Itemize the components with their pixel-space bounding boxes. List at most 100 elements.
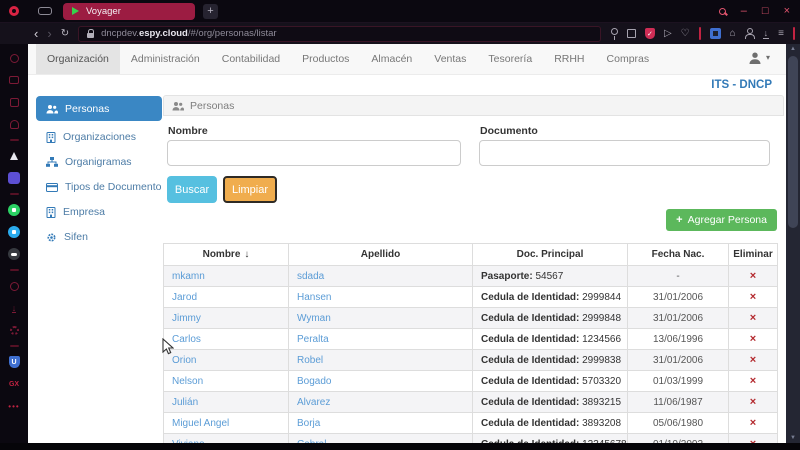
column-header-eliminar[interactable]: Eliminar: [728, 243, 778, 266]
pinned-app-purple-icon[interactable]: [0, 167, 28, 189]
nav-item-almacen[interactable]: Almacén: [360, 44, 423, 74]
settings-icon[interactable]: [0, 319, 28, 341]
overflow-dots[interactable]: •••: [0, 395, 28, 417]
screenshot-icon[interactable]: [626, 29, 636, 38]
table-row: Miguel Angel Borja Cedula de Identidad: 38…: [163, 412, 778, 434]
discord-icon[interactable]: [0, 243, 28, 265]
url-field[interactable]: dncpdev.espy.cloud/#/org/personas/listar: [78, 25, 601, 42]
delete-row-button[interactable]: ×: [728, 307, 778, 329]
cell-apellido-link[interactable]: Alvarez: [288, 391, 473, 413]
delete-row-button[interactable]: ×: [728, 370, 778, 392]
scroll-up-icon[interactable]: ▲: [786, 46, 800, 52]
whatsapp-icon: [8, 204, 20, 216]
cell-nombre-link[interactable]: Carlos: [163, 328, 289, 350]
browser-tab[interactable]: Voyager: [63, 2, 195, 20]
sidebar-item-personas[interactable]: Personas: [36, 96, 162, 121]
easy-files-icon[interactable]: [0, 69, 28, 91]
nav-item-productos[interactable]: Productos: [291, 44, 360, 74]
cell-apellido-link[interactable]: Wyman: [288, 307, 473, 329]
cell-apellido-link[interactable]: Peralta: [288, 328, 473, 350]
ublock-icon[interactable]: U: [0, 351, 28, 373]
easy-setup-icon[interactable]: [38, 7, 52, 15]
agregar-persona-button[interactable]: + Agregar Persona: [666, 209, 777, 231]
minimize-button[interactable]: –: [741, 5, 747, 17]
column-header-doc-principal[interactable]: Doc. Principal: [472, 243, 628, 266]
sidebar-item-organizaciones[interactable]: Organizaciones: [36, 127, 162, 147]
cell-nombre-link[interactable]: Orion: [163, 349, 289, 371]
search-icon[interactable]: [718, 7, 726, 15]
close-button[interactable]: ×: [784, 5, 790, 17]
player-icon[interactable]: ▷: [664, 28, 672, 39]
cell-nombre-link[interactable]: Julián: [163, 391, 289, 413]
sidebar-item-empresa[interactable]: Empresa: [36, 202, 162, 222]
cell-apellido-link[interactable]: sdada: [288, 265, 473, 287]
player-icon[interactable]: [0, 113, 28, 135]
history-icon[interactable]: [0, 275, 28, 297]
column-header-nombre[interactable]: Nombre ↓: [163, 243, 289, 266]
limpiar-button[interactable]: Limpiar: [223, 176, 277, 203]
downloads-icon[interactable]: ↓: [0, 297, 28, 319]
nav-item-rrhh[interactable]: RRHH: [543, 44, 595, 74]
buscar-button[interactable]: Buscar: [167, 176, 217, 203]
opera-logo-icon[interactable]: [9, 6, 19, 16]
delete-row-button[interactable]: ×: [728, 265, 778, 287]
new-tab-button[interactable]: +: [203, 3, 218, 19]
user-menu[interactable]: ▾: [748, 51, 770, 65]
nombre-input[interactable]: [167, 140, 461, 166]
delete-row-button[interactable]: ×: [728, 433, 778, 443]
idcard-icon: [46, 182, 58, 192]
delete-row-button[interactable]: ×: [728, 391, 778, 413]
downloads-icon[interactable]: ↓: [762, 28, 770, 39]
profile-icon[interactable]: [744, 28, 755, 39]
nav-item-ventas[interactable]: Ventas: [423, 44, 477, 74]
nav-item-administracion[interactable]: Administración: [120, 44, 211, 74]
adblock-shield-icon[interactable]: ✓: [644, 28, 655, 39]
nav-item-compras[interactable]: Compras: [596, 44, 661, 74]
sidebar-item-sifen[interactable]: Sifen: [36, 227, 162, 247]
pin-icon[interactable]: [610, 27, 618, 40]
gx-corner-icon[interactable]: [0, 47, 28, 69]
sidebar-item-tipos-de-documento[interactable]: Tipos de Documento: [36, 177, 162, 197]
home-icon[interactable]: ⌂: [730, 28, 736, 39]
delete-row-button[interactable]: ×: [728, 412, 778, 434]
cell-nombre-link[interactable]: Jarod: [163, 286, 289, 308]
column-header-fecha-nac[interactable]: Fecha Nac.: [627, 243, 729, 266]
cell-nombre-link[interactable]: Viviano: [163, 433, 289, 443]
cell-nombre-link[interactable]: Miguel Angel: [163, 412, 289, 434]
scrollbar[interactable]: ▲ ▼: [786, 44, 800, 443]
cell-apellido-link[interactable]: Cabral: [288, 433, 473, 443]
menu-icon[interactable]: ≡: [778, 28, 784, 39]
cell-apellido-link[interactable]: Robel: [288, 349, 473, 371]
table-row: Jarod Hansen Cedula de Identidad: 2999844 3…: [163, 286, 778, 308]
nav-item-tesoreria[interactable]: Tesorería: [477, 44, 543, 74]
mods-icon[interactable]: [0, 91, 28, 113]
delete-row-button[interactable]: ×: [728, 286, 778, 308]
sidebar-item-organigramas[interactable]: Organigramas: [36, 152, 162, 172]
documento-input[interactable]: [479, 140, 770, 166]
gx-logo[interactable]: GX: [0, 373, 28, 395]
back-button[interactable]: ‹: [34, 27, 38, 40]
delete-row-button[interactable]: ×: [728, 349, 778, 371]
cell-apellido-link[interactable]: Borja: [288, 412, 473, 434]
pinned-app-white-icon[interactable]: [0, 145, 28, 167]
reload-button[interactable]: ↻: [61, 28, 69, 39]
cell-nombre-link[interactable]: mkamn: [163, 265, 289, 287]
cell-apellido-link[interactable]: Hansen: [288, 286, 473, 308]
column-header-apellido[interactable]: Apellido: [288, 243, 473, 266]
scroll-down-icon[interactable]: ▼: [786, 435, 800, 441]
forward-button[interactable]: ›: [47, 27, 51, 40]
nav-item-contabilidad[interactable]: Contabilidad: [211, 44, 291, 74]
scrollbar-thumb[interactable]: [788, 56, 798, 228]
favorites-heart-icon[interactable]: ♡: [681, 28, 690, 39]
people-icon: [46, 104, 58, 114]
sidebar-item-label: Tipos de Documento: [65, 181, 162, 193]
maximize-button[interactable]: □: [762, 5, 769, 17]
cell-nombre-link[interactable]: Jimmy: [163, 307, 289, 329]
extension-icon[interactable]: [709, 28, 721, 39]
cell-apellido-link[interactable]: Bogado: [288, 370, 473, 392]
delete-row-button[interactable]: ×: [728, 328, 778, 350]
whatsapp-icon[interactable]: [0, 199, 28, 221]
nav-item-organizacion[interactable]: Organización: [36, 44, 120, 74]
telegram-icon[interactable]: [0, 221, 28, 243]
cell-nombre-link[interactable]: Nelson: [163, 370, 289, 392]
